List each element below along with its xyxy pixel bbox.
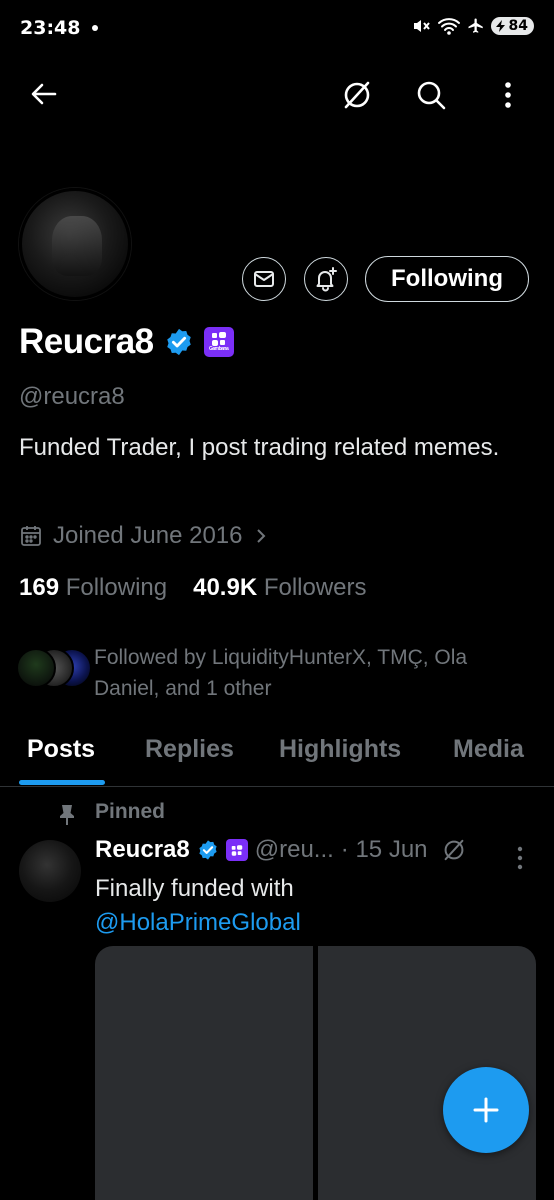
tab-media[interactable]: Media	[453, 735, 524, 764]
wifi-icon	[437, 18, 460, 35]
profile-avatar[interactable]	[19, 188, 131, 300]
compose-button[interactable]	[443, 1067, 529, 1153]
search-button[interactable]	[410, 74, 452, 116]
plus-icon	[473, 1097, 499, 1123]
battery-level: 84	[508, 18, 528, 34]
followed-by-avatars[interactable]	[16, 648, 92, 688]
bell-add-icon	[316, 267, 337, 292]
profile-handle: @reucra8	[19, 383, 125, 410]
post-author-name[interactable]: Reucra8	[95, 836, 190, 864]
affiliate-label: Gambana	[208, 346, 229, 352]
post-mention-link[interactable]: @HolaPrimeGlobal	[95, 906, 301, 940]
followers-label: Followers	[263, 574, 367, 601]
post-author-avatar[interactable]	[19, 840, 81, 902]
joined-text: Joined June 2016	[53, 522, 243, 549]
mutual-avatar-1	[16, 648, 56, 688]
affiliate-logo-icon	[231, 844, 242, 856]
more-vertical-icon	[505, 82, 511, 108]
grok-icon[interactable]	[441, 837, 467, 863]
status-time: 23:48	[20, 17, 81, 39]
notifications-button[interactable]	[304, 257, 348, 301]
pin-icon	[60, 805, 74, 825]
followers-count: 40.9K	[193, 574, 258, 601]
chevron-right-icon	[256, 529, 265, 543]
post-author-handle: @reu...	[254, 836, 334, 863]
tab-highlights[interactable]: Highlights	[279, 735, 401, 764]
tab-replies[interactable]: Replies	[145, 735, 234, 764]
search-icon	[417, 81, 446, 110]
mute-icon	[413, 20, 430, 32]
post-body: Finally funded with	[95, 875, 294, 902]
following-stat[interactable]: 169 Following	[19, 574, 167, 602]
verified-badge-icon	[166, 328, 191, 356]
message-button[interactable]	[242, 257, 286, 301]
following-count: 169	[19, 574, 60, 601]
post-text: Finally funded with @HolaPrimeGlobal	[95, 872, 301, 940]
grok-button[interactable]	[336, 74, 378, 116]
profile-tabs: Posts Replies Highlights Media	[0, 720, 554, 787]
post-more-icon[interactable]	[516, 845, 524, 871]
back-arrow-icon	[31, 83, 57, 105]
active-tab-indicator	[19, 780, 105, 785]
verified-badge-icon	[199, 840, 217, 860]
followed-by-text[interactable]: Followed by LiquidityHunterX, TMÇ, Ola D…	[94, 642, 534, 704]
status-bar: 23:48 84	[0, 0, 554, 60]
airplane-icon	[468, 18, 483, 33]
pinned-label: Pinned	[95, 800, 166, 823]
affiliate-badge[interactable]: Gambana	[203, 327, 234, 357]
followers-stat[interactable]: 40.9K Followers	[193, 574, 366, 602]
battery-indicator: 84	[490, 17, 534, 35]
following-label: Following	[65, 574, 168, 601]
profile-name-row: Reucra8 Gambana	[19, 322, 234, 362]
post-date: · 15 Jun	[340, 836, 428, 863]
post-affiliate-badge	[225, 839, 248, 861]
system-icons: 84	[411, 16, 534, 36]
back-button[interactable]	[24, 74, 64, 114]
more-options-button[interactable]	[490, 74, 526, 116]
grok-icon	[344, 81, 370, 109]
joined-date[interactable]: Joined June 2016	[19, 522, 269, 550]
notification-dot	[92, 25, 98, 31]
post-media-image-1[interactable]	[95, 946, 313, 1200]
mail-icon	[254, 271, 274, 287]
profile-bio: Funded Trader, I post trading related me…	[19, 434, 500, 461]
tab-posts[interactable]: Posts	[27, 735, 95, 764]
follow-stats: 169 Following 40.9K Followers	[19, 574, 367, 602]
affiliate-logo-icon	[211, 332, 226, 346]
profile-name: Reucra8	[19, 322, 154, 361]
following-button[interactable]: Following	[365, 256, 529, 302]
post-header: Reucra8 @reu... · 15 Jun	[95, 836, 467, 864]
charging-icon	[495, 20, 505, 32]
calendar-icon	[21, 526, 41, 546]
